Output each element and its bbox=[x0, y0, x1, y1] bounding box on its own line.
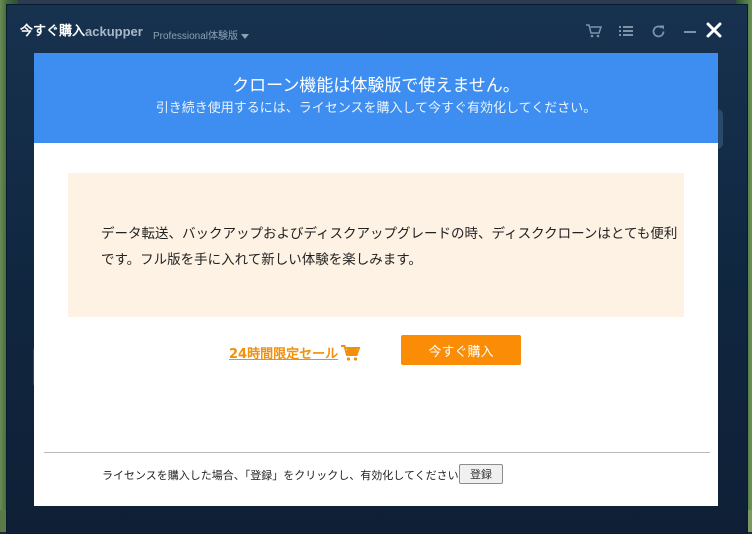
register-button[interactable]: 登録 bbox=[459, 464, 503, 484]
buy-now-button[interactable]: 今すぐ購入 bbox=[401, 335, 521, 365]
cart-icon bbox=[341, 344, 361, 361]
chevron-down-icon bbox=[241, 33, 250, 39]
dialog-heading: クローン機能は体験版で使えません。 bbox=[232, 76, 520, 96]
refresh-icon[interactable] bbox=[649, 22, 667, 40]
limited-sale-link[interactable]: 24時間限定セール bbox=[229, 343, 361, 362]
feature-info-box: データ転送、バックアップおよびディスクアップグレードの時、ディスククローンはとて… bbox=[68, 173, 684, 317]
feature-description: データ転送、バックアップおよびディスクアップグレードの時、ディスククローンはとて… bbox=[101, 226, 678, 268]
divider bbox=[44, 452, 710, 453]
purchase-dialog: クローン機能は体験版で使えません。 引き続き使用するには、ライセンスを購入して今… bbox=[34, 53, 718, 506]
minimize-icon[interactable] bbox=[681, 22, 699, 40]
app-logo: ackupper bbox=[85, 24, 143, 39]
dialog-subheading: 引き続き使用するには、ライセンスを購入して今すぐ有効化してください。 bbox=[155, 101, 597, 116]
sale-link-label: 24時間限定セール bbox=[229, 347, 339, 362]
register-hint: ライセンスを購入した場合、「登録」をクリックし、有効化してください。 bbox=[102, 469, 470, 482]
cart-icon[interactable] bbox=[585, 22, 603, 40]
purchase-actions: 24時間限定セール 今すぐ購入 bbox=[34, 335, 718, 365]
menu-icon[interactable] bbox=[617, 22, 635, 40]
app-toolbar bbox=[585, 22, 699, 40]
modal-title: 今すぐ購入 bbox=[20, 24, 86, 39]
app-edition-dropdown[interactable]: Professional体験版 bbox=[153, 27, 250, 42]
close-icon[interactable] bbox=[706, 22, 724, 40]
dialog-header: クローン機能は体験版で使えません。 引き続き使用するには、ライセンスを購入して今… bbox=[34, 53, 718, 143]
app-titlebar: ackupper Professional体験版 bbox=[7, 5, 747, 57]
